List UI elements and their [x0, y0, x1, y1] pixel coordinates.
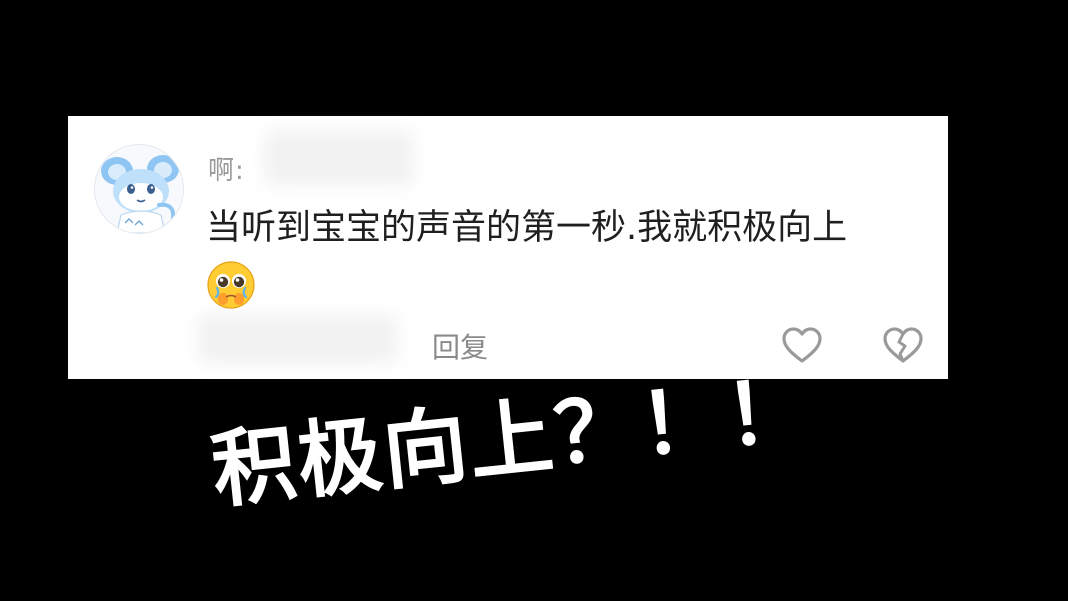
- avatar-character-illustration: [95, 145, 183, 233]
- pleading-face-emoji: [206, 260, 256, 310]
- reply-button[interactable]: 回复: [432, 326, 488, 366]
- comment-text: 当听到宝宝的声音的第一秒.我就积极向上: [206, 208, 848, 248]
- avatar[interactable]: [94, 144, 184, 234]
- video-frame: 啊: 当听到宝宝的声音的第一秒.我就积极向上 回复 积极向上？！！: [0, 0, 1068, 601]
- comment-username[interactable]: 啊:: [208, 150, 245, 187]
- blurred-username-region: [264, 130, 414, 186]
- blurred-timestamp-region: [198, 314, 398, 364]
- comment-card: 啊: 当听到宝宝的声音的第一秒.我就积极向上 回复: [68, 116, 948, 379]
- dislike-button[interactable]: [881, 324, 925, 368]
- broken-heart-outline-icon: [883, 327, 923, 363]
